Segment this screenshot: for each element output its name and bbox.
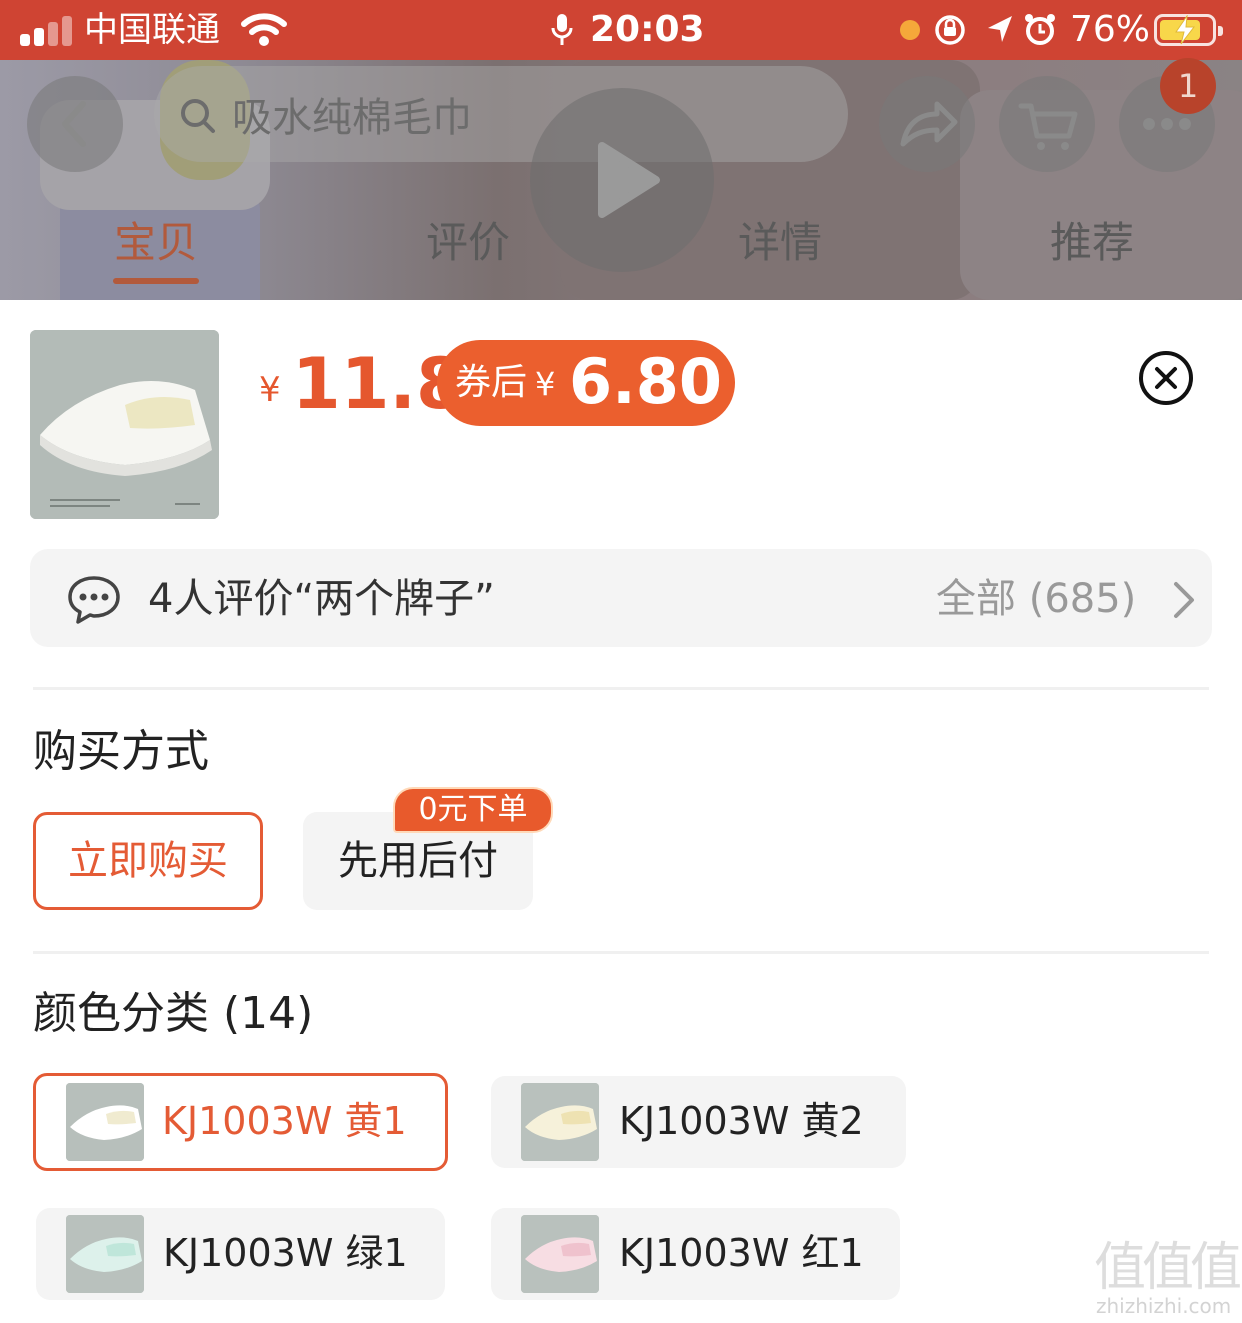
price-currency: ¥ (259, 370, 281, 410)
cart-button[interactable] (999, 76, 1095, 172)
tab-recommend[interactable]: 推荐 (1050, 214, 1134, 272)
coupon-price: 6.80 (569, 345, 722, 418)
coupon-currency: ¥ (535, 365, 556, 403)
color-option-thumbnail (66, 1215, 144, 1293)
product-thumbnail[interactable] (30, 330, 219, 519)
towel-image (30, 330, 219, 519)
close-icon[interactable] (1138, 350, 1194, 406)
zero-yuan-order-badge: 0元下单 (393, 787, 553, 833)
chat-bubble-icon (68, 576, 120, 624)
watermark-logo: 值值值 (1094, 1238, 1242, 1298)
recording-indicator-icon (900, 20, 920, 40)
carrier-name: 中国联通 (84, 10, 220, 50)
tab-details[interactable]: 详情 (738, 214, 822, 272)
color-option-label: KJ1003W 黄2 (619, 1099, 864, 1143)
share-icon (900, 101, 958, 147)
color-option-label: KJ1003W 红1 (619, 1231, 864, 1275)
rotation-lock-icon (935, 15, 965, 45)
color-option-thumbnail (521, 1083, 599, 1161)
color-option-label: KJ1003W 黄1 (162, 1099, 407, 1143)
chevron-left-icon (62, 101, 86, 147)
color-option-yellow-1[interactable]: KJ1003W 黄1 (33, 1073, 448, 1171)
color-category-title: 颜色分类 (14) (33, 988, 314, 1039)
buy-now-option[interactable]: 立即购买 (33, 812, 263, 910)
alarm-icon (1025, 14, 1055, 45)
shopping-cart-icon (1018, 103, 1078, 150)
color-option-green-1[interactable]: KJ1003W 绿1 (36, 1208, 445, 1300)
tab-reviews[interactable]: 评价 (426, 214, 510, 272)
status-icons (935, 14, 1055, 45)
coupon-price-badge: 券后 ¥ 6.80 (437, 340, 735, 426)
battery-icon (1154, 14, 1223, 46)
microphone-icon (551, 14, 573, 45)
share-button[interactable] (879, 76, 975, 172)
back-button[interactable] (27, 76, 123, 172)
divider (33, 687, 1209, 690)
color-option-yellow-2[interactable]: KJ1003W 黄2 (491, 1076, 906, 1168)
battery-percent: 76% (1070, 9, 1151, 50)
color-option-red-1[interactable]: KJ1003W 红1 (491, 1208, 900, 1300)
play-video-button[interactable] (530, 88, 714, 272)
location-arrow-icon (988, 16, 1012, 42)
product-sku-page: 中国联通 20:03 76% 吸水纯棉毛巾 1 宝贝 评价 详情 推荐 ¥ 11… (0, 0, 1242, 1323)
review-keyword-summary: 4人评价“两个牌子” (148, 576, 495, 622)
watermark-url: zhizhizhi.com (1096, 1294, 1232, 1318)
purchase-method-title: 购买方式 (33, 726, 209, 777)
wifi-icon (241, 13, 287, 46)
divider (33, 951, 1209, 954)
all-reviews-link[interactable]: 全部 (685) (936, 573, 1136, 625)
tab-item[interactable]: 宝贝 (114, 214, 198, 272)
status-time: 20:03 (590, 9, 705, 50)
signal-icon (20, 14, 72, 46)
color-option-thumbnail (66, 1083, 144, 1161)
search-query[interactable]: 吸水纯棉毛巾 (232, 90, 472, 146)
cart-count-badge: 1 (1160, 58, 1216, 114)
charging-bolt-icon (1175, 15, 1196, 45)
play-icon (598, 142, 660, 218)
search-icon (181, 99, 215, 133)
active-tab-indicator (113, 278, 199, 284)
status-bar: 中国联通 20:03 76% (0, 0, 1242, 60)
coupon-label: 券后 (455, 362, 528, 403)
color-option-thumbnail (521, 1215, 599, 1293)
color-option-label: KJ1003W 绿1 (163, 1231, 408, 1275)
chevron-right-icon[interactable] (1170, 580, 1198, 620)
